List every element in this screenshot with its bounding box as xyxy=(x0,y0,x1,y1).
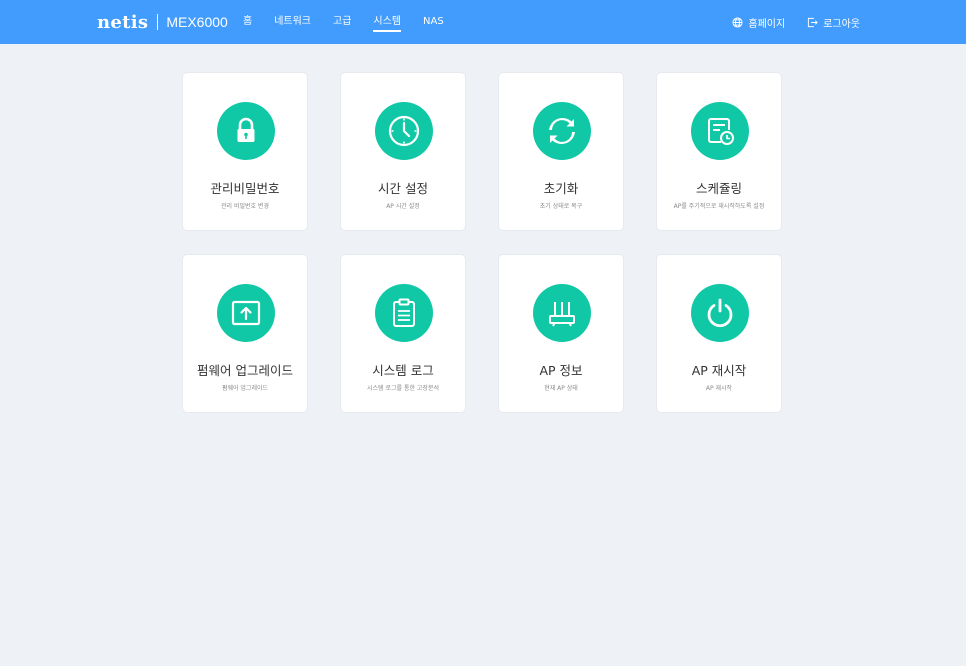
homepage-link[interactable]: 홈페이지 xyxy=(732,15,785,30)
card-description: 현재 AP 상태 xyxy=(544,385,578,392)
lock-icon xyxy=(237,117,255,142)
card-icon-badge xyxy=(375,102,433,160)
card-description: AP 시간 설정 xyxy=(386,203,420,210)
card-title: AP 재시작 xyxy=(691,363,747,378)
card-icon-badge xyxy=(533,102,591,160)
card-icon-badge xyxy=(691,284,749,342)
nav-item-home[interactable]: 홈 xyxy=(243,0,252,44)
card-description: AP를 주기적으로 재시작하도록 설정 xyxy=(673,203,765,210)
card-title: AP 정보 xyxy=(539,363,583,378)
card-firmware-upgrade[interactable]: 펌웨어 업그레이드 펌웨어 업그레이드 xyxy=(182,254,308,413)
card-title: 초기화 xyxy=(543,181,579,196)
nav-item-network[interactable]: 네트워크 xyxy=(274,0,311,44)
card-time-settings[interactable]: 시간 설정 AP 시간 설정 xyxy=(340,72,466,231)
brand-divider xyxy=(157,14,159,30)
upload-icon xyxy=(231,300,261,326)
card-description: AP 재시작 xyxy=(705,385,733,392)
globe-icon xyxy=(732,16,743,28)
card-title: 시간 설정 xyxy=(378,181,428,196)
card-title: 펌웨어 업그레이드 xyxy=(197,363,293,378)
logout-link[interactable]: 로그아웃 xyxy=(807,15,860,30)
card-ap-info[interactable]: AP 정보 현재 AP 상태 xyxy=(498,254,624,413)
card-system-log[interactable]: 시스템 로그 시스템 로그를 통한 고장분석 xyxy=(340,254,466,413)
card-description: 펌웨어 업그레이드 xyxy=(221,385,269,392)
clipboard-icon xyxy=(393,298,415,327)
card-scheduling[interactable]: 스케쥴링 AP를 주기적으로 재시작하도록 설정 xyxy=(656,72,782,231)
card-icon-badge xyxy=(217,102,275,160)
netis-logo[interactable]: netis xyxy=(97,12,148,33)
nav-item-advanced[interactable]: 고급 xyxy=(333,0,351,44)
logout-icon xyxy=(808,17,818,27)
router-icon xyxy=(549,302,575,327)
card-icon-badge xyxy=(533,284,591,342)
card-ap-restart[interactable]: AP 재시작 AP 재시작 xyxy=(656,254,782,413)
header-actions: 홈페이지 로그아웃 xyxy=(710,0,860,44)
card-description: 관리 비밀번호 변경 xyxy=(221,203,269,210)
card-icon-badge xyxy=(375,284,433,342)
card-factory-reset[interactable]: 초기화 초기 상태로 복구 xyxy=(498,72,624,231)
card-title: 시스템 로그 xyxy=(372,363,434,378)
nav-item-nas[interactable]: NAS xyxy=(423,0,444,44)
clock-icon xyxy=(388,115,420,147)
reset-icon xyxy=(549,117,575,145)
main-nav: 홈 네트워크 고급 시스템 NAS xyxy=(243,0,466,44)
card-title: 관리비밀번호 xyxy=(210,181,280,196)
top-navigation-bar: netis MEX6000 홈 네트워크 고급 시스템 NAS 홈페이지 로그아… xyxy=(0,0,966,44)
power-icon xyxy=(707,298,733,328)
brand: netis MEX6000 xyxy=(97,10,228,34)
card-description: 초기 상태로 복구 xyxy=(539,203,583,210)
schedule-icon xyxy=(708,118,734,145)
nav-item-system[interactable]: 시스템 xyxy=(373,0,401,44)
card-icon-badge xyxy=(217,284,275,342)
card-title: 스케쥴링 xyxy=(695,181,742,196)
logout-label: 로그아웃 xyxy=(823,18,860,30)
homepage-label: 홈페이지 xyxy=(748,18,786,30)
card-icon-badge xyxy=(691,102,749,160)
card-admin-password[interactable]: 관리비밀번호 관리 비밀번호 변경 xyxy=(182,72,308,231)
device-model: MEX6000 xyxy=(166,14,228,30)
card-description: 시스템 로그를 통한 고장분석 xyxy=(367,385,439,392)
